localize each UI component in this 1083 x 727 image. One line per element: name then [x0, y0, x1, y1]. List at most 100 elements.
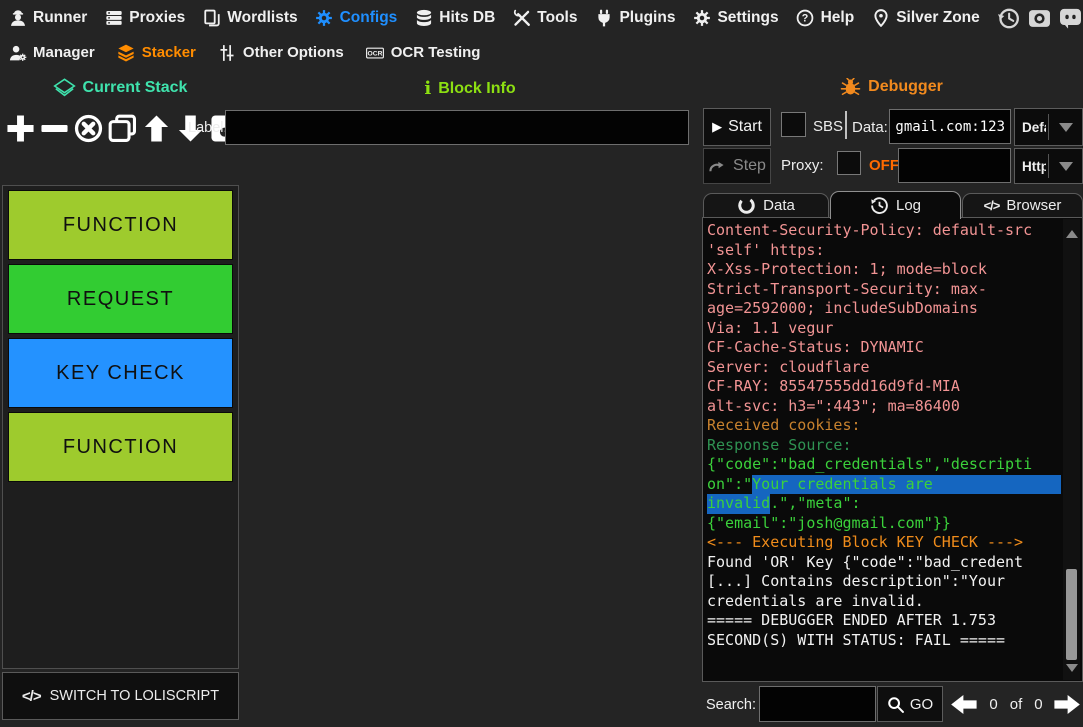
previous-match-button[interactable] [950, 694, 978, 720]
layers-diamond-icon [53, 78, 76, 98]
top-menu-right-icons [997, 7, 1083, 30]
debugger-divider [845, 111, 847, 139]
switch-to-loliscript-button[interactable]: </> SWITCH TO LOLISCRIPT [2, 672, 239, 720]
log-line: on":"Your credentials are [707, 475, 1061, 495]
search-input[interactable] [759, 686, 876, 722]
log-line: Received cookies: [707, 416, 1061, 436]
remove-block-icon [40, 112, 69, 145]
menu-item-label: Configs [340, 9, 398, 27]
chevron-down-icon[interactable] [1049, 123, 1082, 132]
stack-block-function[interactable]: FUNCTION [8, 412, 233, 482]
label-input[interactable] [225, 110, 689, 145]
menu-item-manager[interactable]: Manager [8, 43, 95, 62]
menu-item-label: Silver Zone [896, 9, 980, 27]
next-match-button[interactable] [1053, 694, 1081, 720]
log-line: SECOND(S) WITH STATUS: FAIL ===== [707, 631, 1061, 651]
history-button[interactable] [997, 7, 1020, 30]
menu-item-label: OCR Testing [391, 44, 481, 61]
menu-item-plugins[interactable]: Plugins [594, 9, 675, 28]
log-line: Found 'OR' Key {"code":"bad_credent [707, 553, 1061, 573]
log-line: ===== DEBUGGER ENDED AFTER 1.753 [707, 611, 1061, 631]
add-block-button[interactable] [4, 109, 36, 147]
menu-item-label: Proxies [129, 9, 185, 27]
match-current: 0 [989, 696, 997, 713]
match-position: 0 of 0 [981, 696, 1051, 713]
log-line: Response Source: [707, 436, 1061, 456]
menu-item-tools[interactable]: Tools [512, 9, 577, 28]
tab-label: Log [896, 197, 921, 214]
match-total: 0 [1034, 696, 1042, 713]
clone-block-button[interactable] [106, 109, 138, 147]
menu-item-other-options[interactable]: Other Options [218, 43, 344, 62]
ocr-icon: OCR [366, 43, 385, 62]
menu-item-configs[interactable]: Configs [315, 9, 398, 28]
other-options-icon [218, 43, 237, 62]
play-icon: ▶ [712, 119, 722, 135]
log-line: X-Xss-Protection: 1; mode=block [707, 260, 1061, 280]
sbs-checkbox[interactable] [781, 112, 806, 137]
menu-item-ocr-testing[interactable]: OCR OCR Testing [366, 43, 481, 62]
menu-item-label: Wordlists [227, 9, 297, 27]
add-block-icon [6, 112, 35, 145]
discord-button[interactable] [1059, 7, 1082, 30]
menu-item-hits-db[interactable]: Hits DB [414, 9, 495, 28]
menu-item-silver-zone[interactable]: Silver Zone [871, 9, 980, 28]
stack-block-request[interactable]: REQUEST [8, 264, 233, 334]
step-button[interactable]: Step [703, 148, 771, 184]
tab-label: Browser [1006, 197, 1061, 214]
tab-browser[interactable]: </>Browser [962, 193, 1083, 217]
svg-text:OCR: OCR [368, 50, 383, 57]
log-line: age=2592000; includeSubDomains [707, 299, 1061, 319]
stack-block-function[interactable]: FUNCTION [8, 190, 233, 260]
menu-item-label: Tools [537, 9, 577, 27]
stack-block-key-check[interactable]: KEY CHECK [8, 338, 233, 408]
proxy-type-dropdown[interactable]: Http [1014, 148, 1083, 184]
search-caption: Search: [706, 697, 756, 713]
config-sub-menu: Manager Stacker Other Options OCR OCR Testin… [0, 36, 1083, 69]
proxy-checkbox[interactable] [837, 151, 861, 175]
wordlist-type-dropdown[interactable]: Default [1014, 108, 1083, 146]
bug-icon [840, 78, 861, 96]
move-up-icon [142, 112, 171, 145]
menu-item-stacker[interactable]: Stacker [117, 43, 196, 62]
screenshot-button[interactable] [1028, 7, 1051, 30]
scrollbar-up-arrow[interactable] [1066, 230, 1078, 238]
selected-text: Your credentials are [752, 475, 1061, 495]
current-stack-title: Current Stack [83, 79, 188, 97]
sbs-label: SBS [813, 118, 843, 135]
screenshot-icon [1028, 7, 1051, 30]
menu-item-help[interactable]: ?Help [796, 9, 855, 28]
search-icon [887, 696, 904, 713]
menu-item-settings[interactable]: Settings [692, 9, 778, 28]
log-scrollbar[interactable] [1063, 219, 1080, 680]
wordlists-icon [202, 9, 221, 28]
menu-item-wordlists[interactable]: Wordlists [202, 9, 297, 28]
proxies-icon [104, 9, 123, 28]
step-arrow-icon [708, 159, 727, 173]
history-icon [997, 7, 1020, 30]
proxy-input[interactable] [898, 148, 1011, 183]
scrollbar-down-arrow[interactable] [1066, 664, 1078, 672]
chevron-down-icon[interactable] [1049, 162, 1082, 171]
remove-block-button[interactable] [38, 109, 70, 147]
settings-icon [692, 9, 711, 28]
search-go-button[interactable]: GO [877, 686, 943, 722]
menu-item-proxies[interactable]: Proxies [104, 9, 185, 28]
tab-log[interactable]: Log [830, 191, 961, 219]
data-input[interactable]: gmail.com:123 [889, 109, 1011, 144]
scrollbar-thumb[interactable] [1066, 569, 1077, 660]
menu-item-label: Help [821, 9, 855, 27]
clear-stack-button[interactable] [72, 109, 104, 147]
start-button[interactable]: ▶ Start [703, 108, 771, 146]
log-line: [...] Contains description":"Your [707, 572, 1061, 592]
hits-db-icon [414, 9, 433, 28]
menu-item-runner[interactable]: Runner [8, 9, 87, 28]
stacker-icon [117, 43, 136, 62]
log-output[interactable]: Content-Security-Policy: default-src'sel… [707, 221, 1061, 679]
move-up-button[interactable] [140, 109, 172, 147]
log-panel: Content-Security-Policy: default-src'sel… [702, 217, 1083, 682]
log-line: 'self' https: [707, 241, 1061, 261]
openbullet-window: Runner Proxies Wordlists Configs Hits DB Tool… [0, 0, 1083, 727]
block-info-title: Block Info [438, 80, 515, 98]
tab-data[interactable]: Data [703, 193, 829, 217]
